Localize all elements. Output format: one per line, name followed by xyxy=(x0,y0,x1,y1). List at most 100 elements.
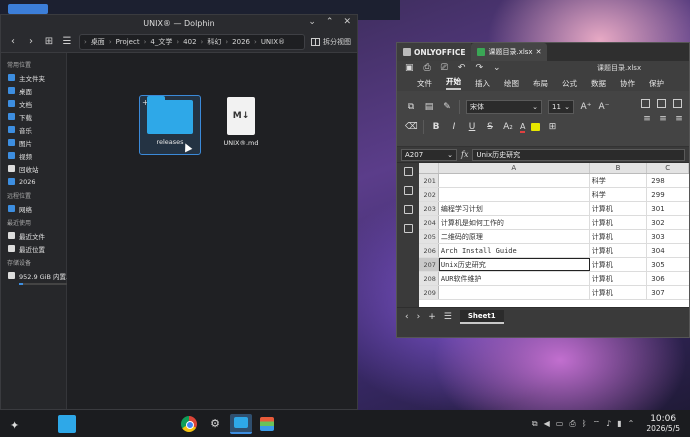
paste-icon[interactable]: ▤ xyxy=(423,102,435,112)
italic-icon[interactable]: I xyxy=(448,122,460,132)
save-icon[interactable]: ▣ xyxy=(405,63,414,73)
align-bottom-icon[interactable] xyxy=(673,99,682,108)
file-item-unix-md[interactable]: M↓ UNIX®.md xyxy=(210,95,272,155)
align-left-icon[interactable]: ≡ xyxy=(641,114,653,124)
column-header-a[interactable]: A xyxy=(439,163,590,173)
cell[interactable]: AUR软件维护 xyxy=(439,272,590,285)
printer-icon[interactable]: ⎙ xyxy=(569,419,575,429)
cell[interactable]: 科学 xyxy=(590,174,648,187)
add-sheet-icon[interactable]: + xyxy=(428,312,436,322)
row-header[interactable]: 208 xyxy=(419,272,439,285)
sidebar-item-recent-files[interactable]: 最近文件 xyxy=(5,229,66,242)
cell[interactable]: 307 xyxy=(647,286,689,299)
tab-draw[interactable]: 绘图 xyxy=(504,78,519,89)
split-view-button[interactable]: 拆分视图 xyxy=(311,37,351,47)
row-header[interactable]: 204 xyxy=(419,216,439,229)
cell[interactable]: 计算机 xyxy=(590,258,648,271)
row-header[interactable]: 206 xyxy=(419,244,439,257)
sidebar-item-desktop[interactable]: 桌面 xyxy=(5,84,66,97)
tab-data[interactable]: 数据 xyxy=(591,78,606,89)
tab-protection[interactable]: 保护 xyxy=(649,78,664,89)
cell-name-box[interactable]: A207 ⌄ xyxy=(401,148,457,161)
quick-print-icon[interactable]: ⎚ xyxy=(441,63,448,73)
sidebar-item-documents[interactable]: 文档 xyxy=(5,97,66,110)
onlyoffice-home-tab[interactable]: ONLYOFFICE xyxy=(397,43,472,61)
fill-color-icon[interactable] xyxy=(531,123,541,131)
dropdown-icon[interactable]: ⌄ xyxy=(493,63,501,73)
align-middle-icon[interactable] xyxy=(657,99,666,108)
font-name-select[interactable]: 宋体 ⌄ xyxy=(466,100,542,114)
cell[interactable]: 302 xyxy=(647,216,689,229)
battery-icon[interactable]: ▮ xyxy=(617,419,621,428)
cell[interactable]: 计算机 xyxy=(590,286,648,299)
row-header[interactable]: 203 xyxy=(419,202,439,215)
subscript-icon[interactable]: A₂ xyxy=(502,122,514,132)
select-all-corner[interactable] xyxy=(419,163,439,173)
close-icon[interactable]: ✕ xyxy=(536,48,542,56)
sidebar-item-2026[interactable]: 2026 xyxy=(5,175,66,188)
cell[interactable]: 计算机 xyxy=(590,244,648,257)
maximize-icon[interactable]: ⌃ xyxy=(326,17,334,27)
file-view[interactable]: + releases M↓ UNIX®.md xyxy=(67,53,357,409)
cell[interactable]: 计算机是如何工作的 xyxy=(439,216,590,229)
application-launcher[interactable]: ✦ xyxy=(4,414,26,434)
cell[interactable]: 计算机 xyxy=(590,202,648,215)
row-header[interactable]: 201 xyxy=(419,174,439,187)
file-item-releases[interactable]: + releases xyxy=(139,95,201,155)
tab-file[interactable]: 文件 xyxy=(417,78,432,89)
tab-insert[interactable]: 插入 xyxy=(475,78,490,89)
back-icon[interactable]: ‹ xyxy=(7,36,19,47)
align-right-icon[interactable]: ≡ xyxy=(673,114,685,124)
cell[interactable] xyxy=(439,286,590,299)
audio-icon[interactable]: ◀ xyxy=(544,419,550,428)
document-tab[interactable]: 课题目录.xlsx ✕ xyxy=(471,43,548,61)
cell[interactable]: 298 xyxy=(647,174,689,187)
format-painter-icon[interactable]: ✎ xyxy=(441,102,453,112)
device-icon[interactable]: ▭ xyxy=(556,419,564,428)
clipboard-icon[interactable]: ⧉ xyxy=(532,419,538,429)
borders-icon[interactable]: ⊞ xyxy=(546,122,558,132)
underline-icon[interactable]: U xyxy=(466,122,478,132)
forward-icon[interactable]: › xyxy=(25,36,37,47)
sort-icon[interactable]: ☰ xyxy=(61,36,73,47)
row-header[interactable]: 202 xyxy=(419,188,439,201)
sidebar-item-recent-locations[interactable]: 最近位置 xyxy=(5,242,66,255)
print-icon[interactable]: ⎙ xyxy=(424,63,431,73)
network-icon[interactable]: ⌔ xyxy=(593,419,601,429)
prev-sheet-icon[interactable]: ‹ xyxy=(405,312,409,322)
sheet-list-icon[interactable]: ☰ xyxy=(444,312,452,322)
sidebar-item-trash[interactable]: 回收站 xyxy=(5,162,66,175)
sheet-tab[interactable]: Sheet1 xyxy=(459,309,504,324)
column-header-b[interactable]: B xyxy=(590,163,648,173)
copy-icon[interactable]: ⧉ xyxy=(405,102,417,112)
cell[interactable] xyxy=(439,174,590,187)
sidebar-item-pictures[interactable]: 图片 xyxy=(5,136,66,149)
cell[interactable]: 304 xyxy=(647,244,689,257)
tab-formula[interactable]: 公式 xyxy=(562,78,577,89)
comments-icon[interactable] xyxy=(403,186,413,195)
desktop-icon[interactable] xyxy=(8,4,48,14)
increase-font-icon[interactable]: A⁺ xyxy=(580,102,592,112)
cell[interactable]: 计算机 xyxy=(590,216,648,229)
undo-icon[interactable]: ↶ xyxy=(458,63,466,73)
row-header[interactable]: 209 xyxy=(419,286,439,299)
feedback-icon[interactable] xyxy=(403,224,413,233)
cell[interactable]: 科学 xyxy=(590,188,648,201)
minimize-icon[interactable]: ⌄ xyxy=(308,17,316,27)
breadcrumb-item[interactable]: 402 xyxy=(183,38,196,46)
tab-layout[interactable]: 布局 xyxy=(533,78,548,89)
cell[interactable]: 计算机 xyxy=(590,230,648,243)
taskbar-dolphin[interactable] xyxy=(230,413,252,434)
breadcrumb-item[interactable]: 科幻 xyxy=(207,37,221,47)
dolphin-titlebar[interactable]: UNIX® — Dolphin ⌄ ⌃ ✕ xyxy=(1,15,357,31)
next-sheet-icon[interactable]: › xyxy=(417,312,421,322)
breadcrumb-item[interactable]: 2026 xyxy=(232,38,250,46)
cell-grid[interactable]: A B C 201 科学 298 202 科学 299 203 编程学习计划 计… xyxy=(419,163,689,307)
tab-collaboration[interactable]: 协作 xyxy=(620,78,635,89)
sidebar-item-internal-drive[interactable]: 952.9 GiB 内置... xyxy=(5,269,72,282)
taskbar-onlyoffice[interactable] xyxy=(256,414,278,434)
spellcheck-icon[interactable] xyxy=(403,205,413,214)
row-header[interactable]: 205 xyxy=(419,230,439,243)
clear-icon[interactable]: ⌫ xyxy=(405,122,418,132)
redo-icon[interactable]: ↷ xyxy=(475,63,483,73)
